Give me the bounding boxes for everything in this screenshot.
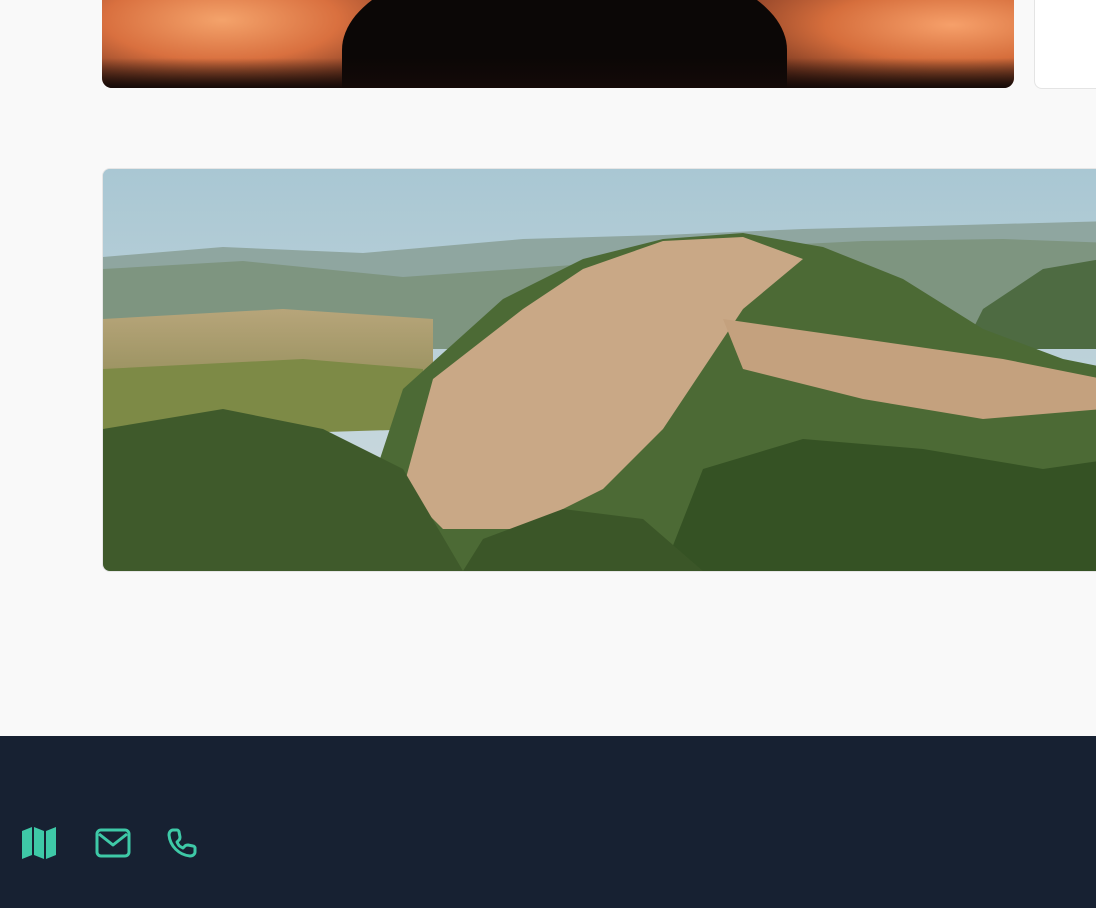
site-footer — [0, 736, 1096, 908]
footer-contact-icons — [20, 824, 198, 862]
village-panorama-photo[interactable] — [102, 168, 1096, 572]
sunset-photo-card[interactable] — [102, 0, 1014, 88]
envelope-icon[interactable] — [94, 824, 132, 862]
page — [0, 0, 1096, 908]
phone-icon[interactable] — [166, 827, 198, 859]
partial-side-card[interactable] — [1034, 0, 1096, 89]
map-icon[interactable] — [20, 824, 58, 862]
photo-foreground — [102, 58, 1014, 88]
panorama-illustration — [103, 169, 1096, 571]
